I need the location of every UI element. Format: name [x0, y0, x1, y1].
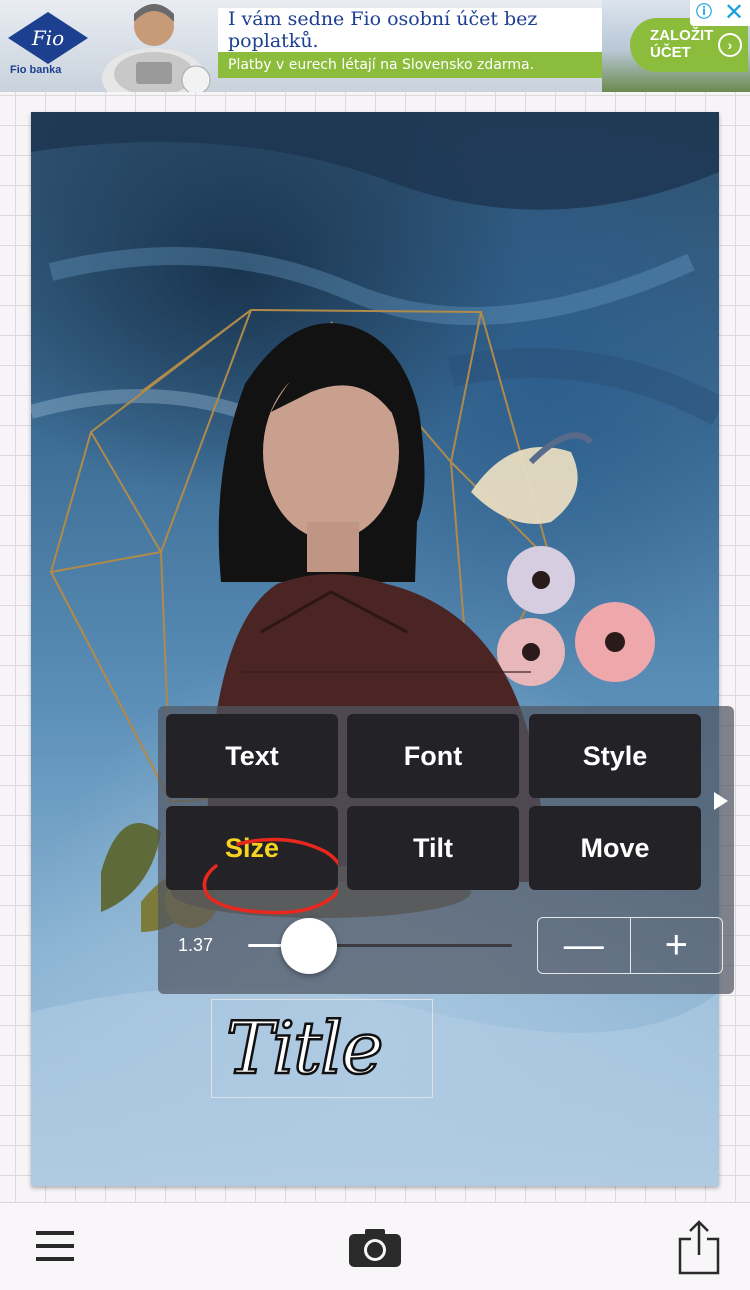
increment-button[interactable]: + [629, 918, 723, 973]
flower-decoration [471, 432, 655, 686]
size-slider-knob[interactable] [280, 918, 337, 974]
hamburger-menu-icon[interactable] [36, 1231, 74, 1263]
tilt-button[interactable]: Tilt [347, 806, 519, 890]
bottom-toolbar [0, 1202, 750, 1290]
info-icon[interactable]: ⓘ [690, 0, 718, 26]
text-edit-panel: Text Font Style Size Tilt Move 1.37 — + [158, 706, 734, 994]
astronaut-image [102, 4, 211, 92]
ad-brand-name: Fio banka [10, 64, 62, 76]
size-slider-value: 1.37 [178, 935, 214, 955]
decrement-button[interactable]: — [538, 918, 630, 973]
chevron-right-icon: › [718, 33, 742, 57]
share-icon[interactable] [678, 1219, 720, 1275]
title-text-element[interactable]: Title [211, 999, 433, 1098]
text-button[interactable]: Text [166, 714, 338, 798]
triangle-right-icon[interactable] [714, 792, 728, 810]
style-button[interactable]: Style [529, 714, 701, 798]
move-button[interactable]: Move [529, 806, 701, 890]
ad-banner[interactable]: Fio Fio banka I vám sedne Fio osobní úče… [0, 0, 750, 92]
font-button[interactable]: Font [347, 714, 519, 798]
size-slider[interactable] [248, 918, 512, 974]
ad-subline: Platby v eurech létají na Slovensko zdar… [218, 52, 602, 78]
fio-logo-text: Fio [31, 26, 64, 50]
ad-open-account-button[interactable]: ZALOŽIT ÚČET › [630, 18, 748, 72]
close-icon[interactable]: ✕ [718, 0, 750, 26]
title-text: Title [225, 1005, 385, 1092]
ad-headline: I vám sedne Fio osobní účet bez poplatků… [218, 8, 602, 52]
size-stepper: — + [537, 917, 723, 974]
camera-icon[interactable] [349, 1227, 401, 1267]
size-button[interactable]: Size [166, 806, 338, 890]
